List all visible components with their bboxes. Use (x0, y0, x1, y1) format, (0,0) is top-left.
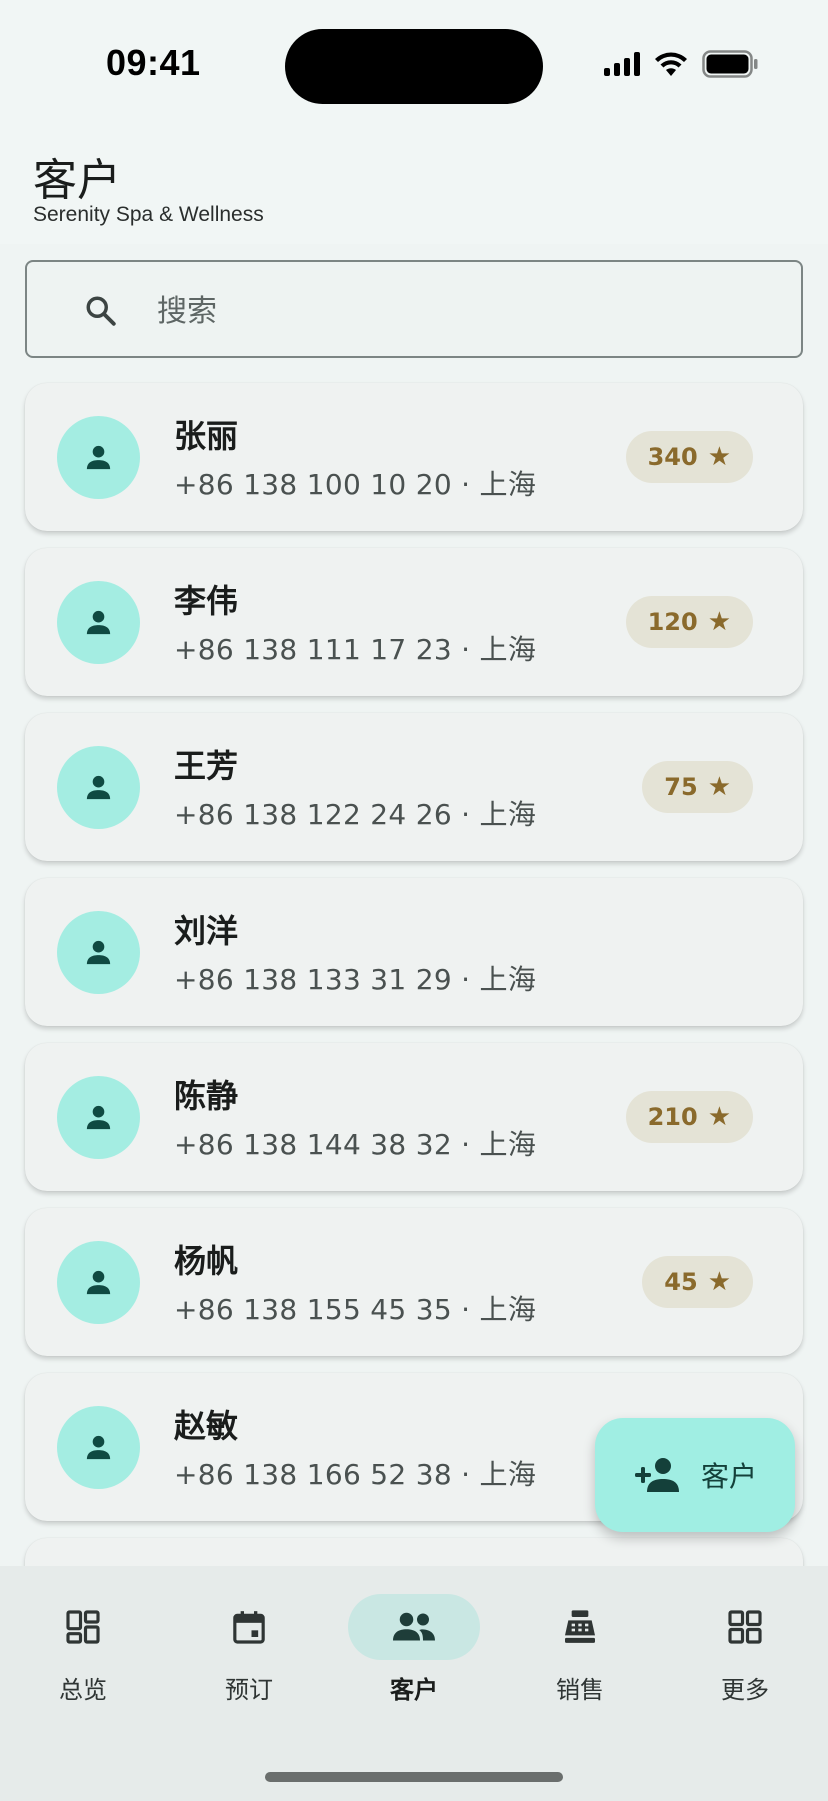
add-client-button[interactable]: 客户 (595, 1418, 795, 1532)
page-title: 客户 (33, 155, 121, 206)
avatar (57, 746, 140, 829)
search-input[interactable] (157, 286, 757, 336)
nav-item-bookings[interactable]: 预订 (166, 1566, 332, 1716)
client-phone-city: +86 138 100 10 20 · 上海 (174, 468, 537, 501)
client-phone-city: +86 138 155 45 35 · 上海 (174, 1293, 537, 1326)
avatar (57, 911, 140, 994)
star-icon: ★ (707, 1267, 731, 1297)
apps-grid-icon (728, 1610, 762, 1644)
battery-icon (702, 50, 758, 78)
wifi-icon (655, 52, 687, 76)
client-phone-city: +86 138 122 24 26 · 上海 (174, 798, 537, 831)
star-icon: ★ (707, 607, 731, 637)
avatar (57, 416, 140, 499)
points-value: 75 (664, 773, 698, 801)
status-icons (604, 50, 758, 78)
loyalty-points-badge: 340 ★ (625, 431, 753, 483)
client-name: 王芳 (174, 747, 239, 785)
bottom-navigation: 总览 预订 客户 销售 更多 (0, 1566, 828, 1801)
nav-label: 客户 (390, 1676, 438, 1704)
avatar (57, 1241, 140, 1324)
points-value: 210 (647, 1103, 698, 1131)
nav-label: 更多 (721, 1676, 769, 1704)
loyalty-points-badge: 120 ★ (625, 596, 753, 648)
client-name: 杨帆 (174, 1242, 239, 1280)
loyalty-points-badge: 75 ★ (642, 761, 753, 813)
people-icon (393, 1612, 435, 1641)
nav-item-more[interactable]: 更多 (662, 1566, 828, 1716)
person-icon (86, 610, 111, 635)
star-icon: ★ (707, 1102, 731, 1132)
client-phone-city: +86 138 111 17 23 · 上海 (174, 633, 537, 666)
page-subtitle: Serenity Spa & Wellness (33, 203, 264, 226)
points-value: 45 (664, 1268, 698, 1296)
cellular-signal-icon (604, 52, 640, 76)
client-name: 刘洋 (174, 912, 239, 950)
client-phone-city: +86 138 166 52 38 · 上海 (174, 1458, 537, 1491)
star-icon: ★ (707, 442, 731, 472)
fab-label: 客户 (700, 1460, 757, 1493)
person-icon (86, 1105, 111, 1130)
loyalty-points-badge: 45 ★ (642, 1256, 753, 1308)
calendar-icon (233, 1611, 265, 1644)
client-name: 陈静 (174, 1077, 239, 1115)
search-icon (86, 296, 116, 326)
nav-label: 总览 (59, 1676, 107, 1704)
client-card[interactable]: 张丽 +86 138 100 10 20 · 上海 340 ★ (25, 383, 803, 531)
points-value: 120 (647, 608, 698, 636)
dynamic-island (285, 29, 543, 104)
client-name: 赵敏 (174, 1407, 239, 1445)
points-value: 340 (647, 443, 698, 471)
person-add-icon (634, 1458, 679, 1492)
loyalty-points-badge: 210 ★ (625, 1091, 753, 1143)
home-indicator[interactable] (265, 1772, 563, 1782)
clients-screen: 09:41 客户 Serenity Spa & Wellness 搜索 张丽 +… (0, 0, 828, 1801)
dashboard-icon (66, 1610, 100, 1644)
client-card[interactable]: 杨帆 +86 138 155 45 35 · 上海 45 ★ (25, 1208, 803, 1356)
avatar (57, 1076, 140, 1159)
client-card[interactable]: 刘洋 +86 138 133 31 29 · 上海 (25, 878, 803, 1026)
person-icon (86, 445, 111, 470)
search-field[interactable] (25, 260, 803, 358)
nav-item-overview[interactable]: 总览 (0, 1566, 166, 1716)
client-phone-city: +86 138 133 31 29 · 上海 (174, 963, 537, 996)
nav-item-sales[interactable]: 销售 (497, 1566, 663, 1716)
nav-label: 销售 (556, 1676, 604, 1704)
person-icon (86, 940, 111, 965)
app-header: 客户 Serenity Spa & Wellness (0, 130, 828, 244)
star-icon: ★ (707, 772, 731, 802)
status-bar: 09:41 (0, 0, 828, 130)
person-icon (86, 1270, 111, 1295)
client-name: 张丽 (174, 417, 239, 455)
client-phone-city: +86 138 144 38 32 · 上海 (174, 1128, 537, 1161)
client-card[interactable]: 李伟 +86 138 111 17 23 · 上海 120 ★ (25, 548, 803, 696)
register-icon (565, 1610, 595, 1643)
client-card[interactable]: 王芳 +86 138 122 24 26 · 上海 75 ★ (25, 713, 803, 861)
client-card[interactable]: 陈静 +86 138 144 38 32 · 上海 210 ★ (25, 1043, 803, 1191)
avatar (57, 581, 140, 664)
avatar (57, 1406, 140, 1489)
person-icon (86, 775, 111, 800)
person-icon (86, 1435, 111, 1460)
nav-item-clients[interactable]: 客户 (331, 1566, 497, 1716)
status-time: 09:41 (106, 42, 201, 83)
client-name: 李伟 (174, 582, 239, 620)
nav-label: 预订 (225, 1676, 273, 1704)
